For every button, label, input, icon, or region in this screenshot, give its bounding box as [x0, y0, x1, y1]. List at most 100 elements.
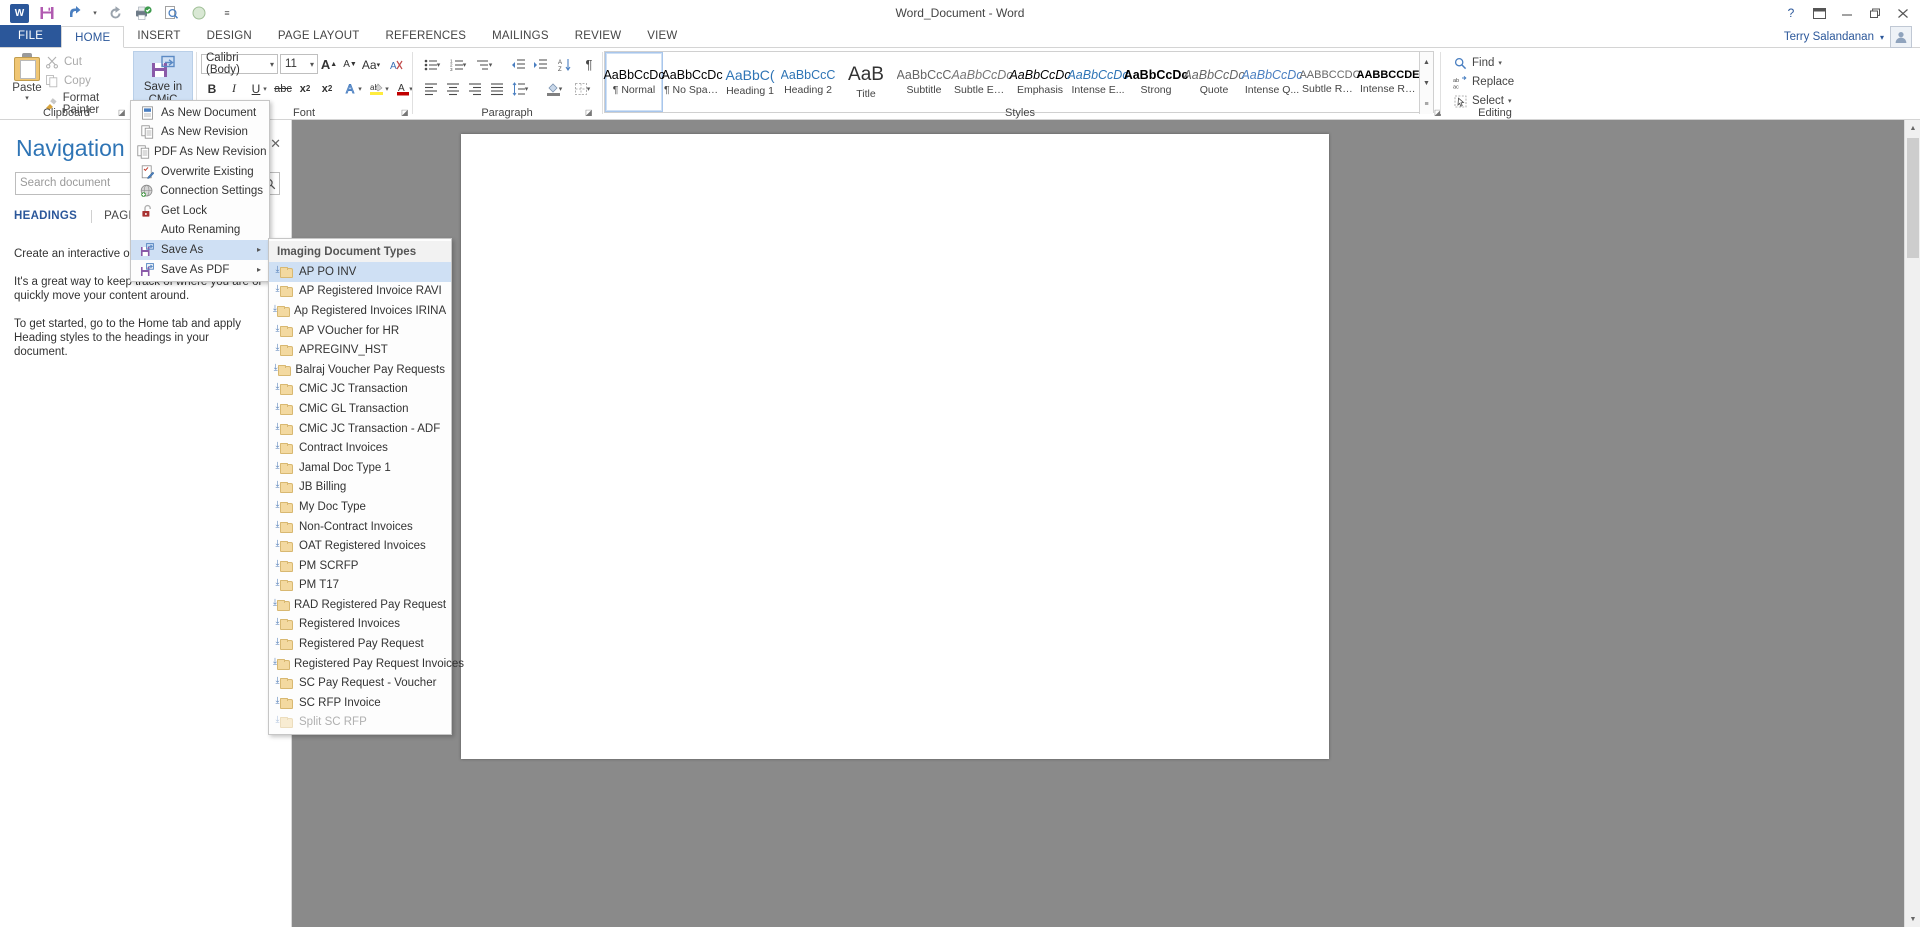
document-type-item[interactable]: ⤓ PM SCRFP	[269, 556, 451, 576]
style-item[interactable]: AaBbC( Heading 1	[721, 52, 779, 112]
scroll-up-icon[interactable]: ▲	[1905, 120, 1920, 136]
quick-print-icon[interactable]	[130, 2, 156, 24]
tab-mailings[interactable]: MAILINGS	[479, 25, 562, 47]
document-type-item[interactable]: ⤓ APREGINV_HST	[269, 340, 451, 360]
style-item[interactable]: AABBCCDE Intense Re...	[1357, 52, 1420, 112]
nav-tab-headings[interactable]: HEADINGS	[14, 210, 91, 226]
clear-formatting-button[interactable]: A	[386, 54, 408, 75]
menu-item-connection-settings[interactable]: Connection Settings	[131, 181, 269, 201]
style-item[interactable]: AaBbCcDc ¶ Normal	[603, 52, 665, 112]
find-button[interactable]: Find ▾	[1452, 54, 1502, 72]
redo-icon[interactable]	[102, 2, 128, 24]
style-item[interactable]: AaBbCcDc Subtle Em...	[951, 52, 1012, 112]
tab-file[interactable]: FILE	[0, 25, 62, 47]
save-icon[interactable]	[34, 2, 60, 24]
document-type-item[interactable]: ⤓ Balraj Voucher Pay Requests	[269, 360, 451, 380]
document-type-item[interactable]: ⤓ CMiC JC Transaction - ADF	[269, 419, 451, 439]
menu-item-save-as[interactable]: Save As ▸	[131, 240, 269, 260]
menu-item-get-lock[interactable]: Get Lock	[131, 201, 269, 221]
style-item[interactable]: AaBbCcDc Emphasis	[1009, 52, 1070, 112]
grow-font-button[interactable]: A ▲	[318, 54, 340, 75]
document-type-item[interactable]: ⤓ SC Pay Request - Voucher	[269, 673, 451, 693]
menu-item-overwrite-existing[interactable]: Overwrite Existing	[131, 162, 269, 182]
bold-button[interactable]: B	[201, 78, 223, 99]
borders-dropdown-icon[interactable]: ▾	[584, 78, 593, 99]
document-type-item[interactable]: ⤓ Registered Pay Request	[269, 634, 451, 654]
close-button[interactable]	[1890, 2, 1916, 24]
print-preview-icon[interactable]	[158, 2, 184, 24]
styles-gallery-scrollbar[interactable]: ▲ ▼ ≡	[1419, 52, 1433, 114]
menu-item-pdf-as-new-revision[interactable]: PDF As New Revision	[131, 142, 269, 162]
close-icon[interactable]: ✕	[270, 136, 281, 152]
document-type-item[interactable]: ⤓ AP VOucher for HR	[269, 321, 451, 341]
copy-button[interactable]: Copy	[44, 73, 91, 89]
menu-item-as-new-document[interactable]: As New Document	[131, 103, 269, 123]
tab-review[interactable]: REVIEW	[562, 25, 635, 47]
line-spacing-dropdown-icon[interactable]: ▾	[522, 78, 531, 99]
bullets-dropdown-icon[interactable]: ▾	[434, 54, 443, 75]
styles-scroll-up-icon[interactable]: ▲	[1423, 52, 1430, 72]
minimize-button[interactable]	[1834, 2, 1860, 24]
change-case-button[interactable]: Aa ▾	[360, 54, 382, 75]
font-size-input[interactable]: 11 ▾	[280, 54, 318, 74]
document-type-item[interactable]: ⤓ Non-Contract Invoices	[269, 517, 451, 537]
styles-gallery[interactable]: AaBbCcDc ¶ Normal AaBbCcDc ¶ No Spac... …	[603, 51, 1434, 114]
align-left-button[interactable]	[420, 78, 442, 99]
tab-references[interactable]: REFERENCES	[373, 25, 480, 47]
text-effects-dropdown-icon[interactable]: ▾	[355, 78, 365, 99]
help-button[interactable]: ?	[1778, 2, 1804, 24]
font-dialog-launcher[interactable]: ◪	[401, 108, 409, 117]
shading-dropdown-icon[interactable]: ▾	[556, 78, 565, 99]
document-type-item[interactable]: ⤓ CMiC GL Transaction	[269, 399, 451, 419]
style-item[interactable]: AaBbCcC Subtitle	[895, 52, 953, 112]
undo-icon[interactable]	[62, 2, 88, 24]
style-item[interactable]: AaBbCcDc Quote	[1183, 52, 1244, 112]
shrink-font-button[interactable]: A ▼	[339, 54, 361, 75]
scroll-down-icon[interactable]: ▼	[1905, 911, 1920, 927]
paste-dropdown-icon[interactable]: ▾	[25, 94, 29, 102]
tab-design[interactable]: DESIGN	[194, 25, 265, 47]
replace-button[interactable]: ab ac Replace	[1452, 73, 1514, 91]
undo-dropdown-icon[interactable]: ▾	[90, 2, 100, 24]
customize-qat-icon[interactable]: ≡	[214, 2, 240, 24]
subscript-button[interactable]: x2	[294, 78, 316, 99]
word-logo-icon[interactable]: W	[6, 2, 32, 24]
style-item[interactable]: AaB Title	[837, 52, 895, 112]
document-type-item[interactable]: ⤓ Contract Invoices	[269, 438, 451, 458]
chevron-down-icon[interactable]: ▾	[310, 60, 314, 69]
style-item[interactable]: AaBbCcDc Strong	[1124, 52, 1189, 112]
restore-button[interactable]	[1862, 2, 1888, 24]
document-type-item[interactable]: ⤓ PM T17	[269, 576, 451, 596]
document-type-item[interactable]: ⤓ OAT Registered Invoices	[269, 536, 451, 556]
cut-button[interactable]: Cut	[44, 54, 82, 70]
style-item[interactable]: AaBbCcDc Intense E...	[1067, 52, 1128, 112]
document-type-item[interactable]: ⤓ Jamal Doc Type 1	[269, 458, 451, 478]
document-type-item[interactable]: ⤓ JB Billing	[269, 478, 451, 498]
find-dropdown-icon[interactable]: ▾	[1498, 59, 1502, 67]
sort-button[interactable]: AZ	[554, 54, 576, 75]
document-page[interactable]	[461, 134, 1329, 759]
menu-item-as-new-revision[interactable]: As New Revision	[131, 123, 269, 143]
tab-page-layout[interactable]: PAGE LAYOUT	[265, 25, 373, 47]
document-type-item[interactable]: ⤓ AP Registered Invoice RAVI	[269, 282, 451, 302]
tab-view[interactable]: VIEW	[634, 25, 690, 47]
increase-indent-button[interactable]	[529, 54, 551, 75]
decrease-indent-button[interactable]	[507, 54, 529, 75]
record-icon[interactable]	[186, 2, 212, 24]
select-dropdown-icon[interactable]: ▾	[1508, 97, 1512, 105]
style-item[interactable]: AaBbCcC Heading 2	[779, 52, 837, 112]
document-type-item[interactable]: ⤓ RAD Registered Pay Request	[269, 595, 451, 615]
align-right-button[interactable]	[464, 78, 486, 99]
align-center-button[interactable]	[442, 78, 464, 99]
ribbon-display-options-button[interactable]	[1806, 2, 1832, 24]
italic-button[interactable]: I	[223, 78, 245, 99]
document-type-item[interactable]: ⤓ My Doc Type	[269, 497, 451, 517]
style-item[interactable]: AABBCCDC Subtle Ref...	[1299, 52, 1360, 112]
menu-item-save-as-pdf[interactable]: Save As PDF ▸	[131, 260, 269, 280]
chevron-down-icon[interactable]: ▾	[270, 60, 274, 69]
document-type-item[interactable]: ⤓ SC RFP Invoice	[269, 693, 451, 713]
style-item[interactable]: AaBbCcDc Intense Q...	[1241, 52, 1302, 112]
styles-scroll-down-icon[interactable]: ▼	[1423, 73, 1430, 93]
paragraph-dialog-launcher[interactable]: ◪	[585, 108, 593, 117]
font-name-input[interactable]: Calibri (Body) ▾	[201, 52, 278, 76]
